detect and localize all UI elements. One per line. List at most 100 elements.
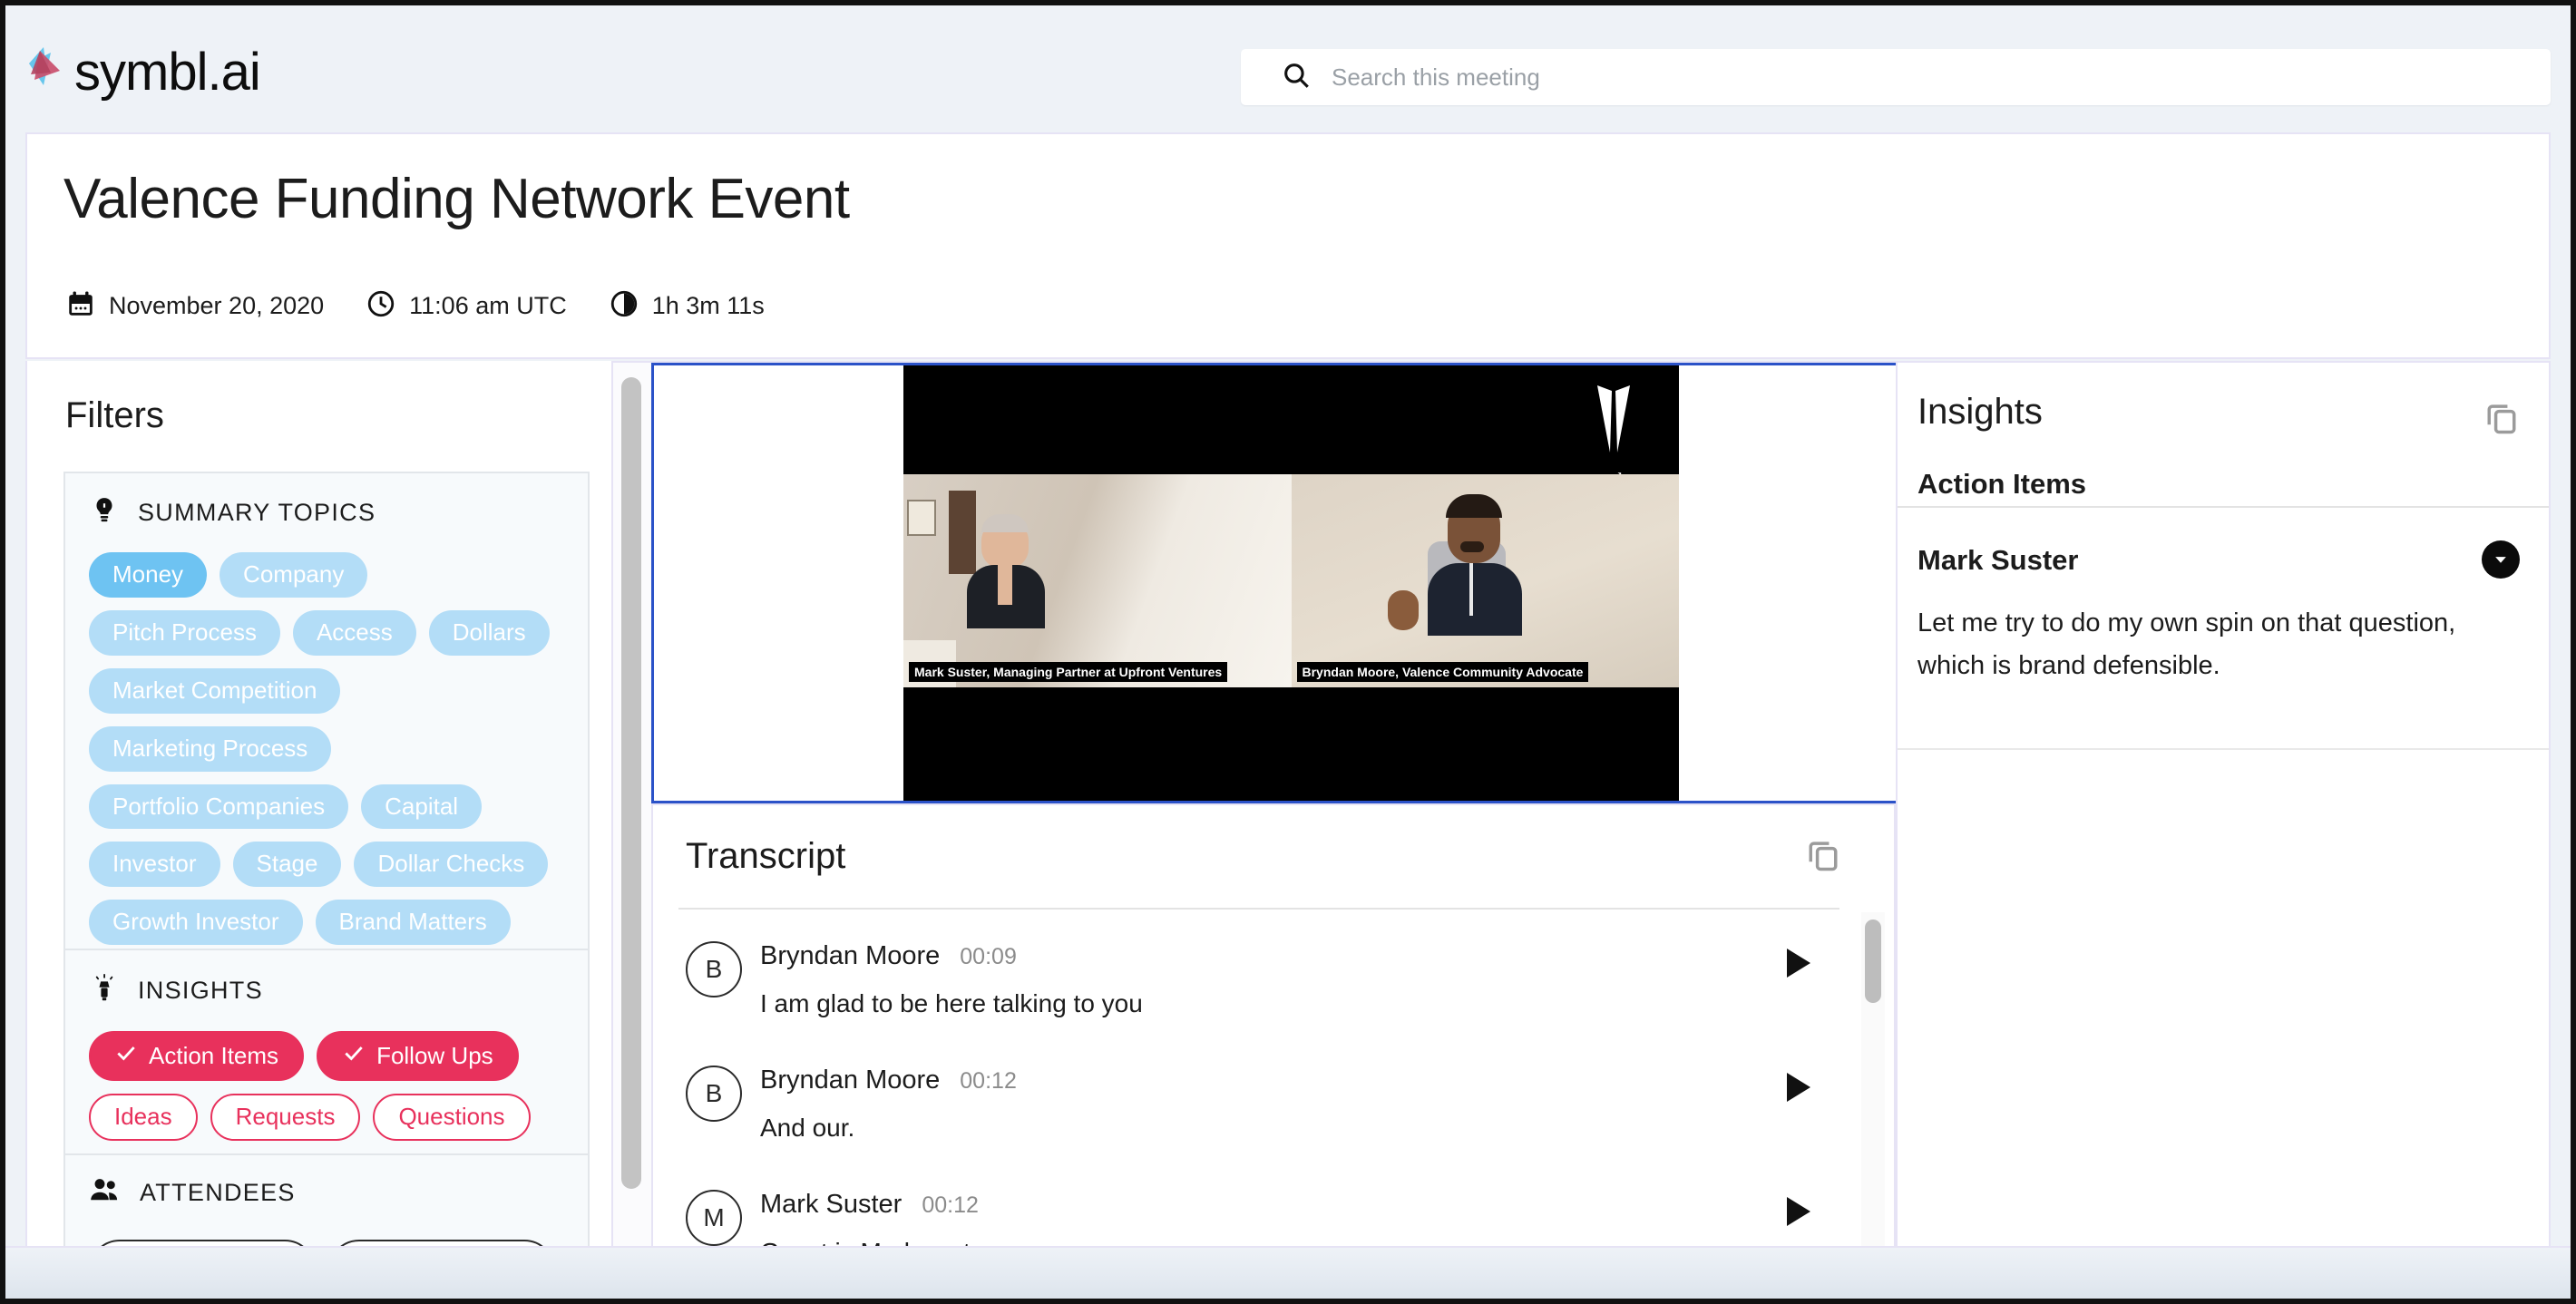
lightbulb-icon	[89, 495, 120, 530]
highlighter-icon	[89, 972, 120, 1009]
filters-heading: Filters	[65, 395, 164, 435]
play-icon[interactable]	[1787, 1073, 1810, 1102]
avatar: B	[686, 1066, 742, 1122]
transcript-text: I am glad to be here talking to you	[760, 989, 1143, 1017]
meeting-time: 11:06 am UTC	[366, 288, 567, 324]
insights-item-divider	[1898, 748, 2549, 750]
summary-topics-group: SUMMARY TOPICS Money Company Pitch Process…	[63, 472, 590, 1029]
chevron-down-icon[interactable]	[2482, 540, 2520, 579]
copy-icon[interactable]	[2482, 397, 2522, 442]
topic-chip[interactable]: Brand Matters	[315, 900, 511, 946]
insight-filter-chip-label: Follow Ups	[376, 1041, 493, 1069]
page-title: Valence Funding Network Event	[63, 168, 850, 230]
calendar-icon	[65, 288, 96, 324]
search-icon	[1281, 60, 1312, 95]
transcript-speaker: Bryndan Moore	[760, 941, 941, 970]
app-window: symbl.ai Search this meeting Valence Fun…	[0, 0, 2576, 1304]
meeting-duration-text: 1h 3m 11s	[651, 292, 765, 319]
video-canvas: svb Silicon Valley Bank Mark Sust	[903, 365, 1679, 801]
attendees-label: ATTENDEES	[140, 1179, 296, 1206]
brand-logo[interactable]: symbl.ai	[20, 42, 261, 102]
topic-chip[interactable]: Marketing Process	[89, 725, 332, 772]
meeting-date-text: November 20, 2020	[109, 292, 325, 319]
transcript-heading: Transcript	[686, 836, 846, 876]
summary-topics-label: SUMMARY TOPICS	[138, 499, 376, 526]
insight-filter-chip-label: Ideas	[114, 1102, 172, 1130]
topic-chip[interactable]: Dollars	[428, 609, 550, 656]
meeting-header-card: Valence Funding Network Event November 2…	[25, 132, 2551, 406]
transcript-timestamp: 00:09	[960, 944, 1017, 969]
duration-icon	[609, 288, 639, 324]
play-icon[interactable]	[1787, 1197, 1810, 1226]
topic-chip[interactable]: Investor	[89, 842, 220, 888]
participant-tile: Mark Suster, Managing Partner at Upfront…	[903, 474, 1292, 687]
insight-item: Mark Suster Let me try to do my own spin…	[1898, 508, 2549, 718]
transcript-timestamp: 00:12	[960, 1068, 1017, 1094]
check-icon	[342, 1041, 366, 1071]
filters-scrollbar-thumb[interactable]	[621, 377, 641, 1189]
participant-caption: Bryndan Moore, Valence Community Advocat…	[1296, 662, 1589, 682]
transcript-speaker: Bryndan Moore	[760, 1066, 941, 1095]
transcript-entry[interactable]: B Bryndan Moore 00:09 I am glad to be here …	[653, 916, 1852, 1040]
attendees-header: ATTENDEES	[65, 1155, 588, 1209]
meeting-date: November 20, 2020	[65, 288, 324, 324]
insight-text: Let me try to do my own spin on that que…	[1917, 608, 2456, 680]
summary-topics-header: SUMMARY TOPICS	[65, 473, 588, 530]
window-bottom-chrome	[5, 1246, 2571, 1304]
insights-section-label: Action Items	[1917, 468, 2087, 500]
insights-panel: Insights Action Items Mark Suster Let me…	[1896, 361, 2551, 1304]
transcript-panel: Transcript B Bryndan Moore 00:09 I am glad …	[651, 803, 1896, 1304]
participant-tiles: Mark Suster, Managing Partner at Upfront…	[903, 474, 1679, 687]
top-bar: symbl.ai Search this meeting	[5, 5, 2571, 138]
symbl-logo-icon	[20, 44, 67, 100]
insight-filter-chip-label: Action Items	[149, 1041, 279, 1069]
topic-chip[interactable]: Company	[220, 552, 368, 598]
insight-filter-chip-label: Requests	[235, 1102, 336, 1130]
topic-chip[interactable]: Access	[292, 609, 416, 656]
main-body: Filters SUMMARY TOPICS Money Company Pitch	[25, 361, 2551, 1304]
meeting-meta: November 20, 2020 11:06 am UTC 1h 3m 11s	[65, 288, 806, 324]
transcript-speaker: Mark Suster	[760, 1190, 903, 1219]
check-icon	[114, 1041, 138, 1071]
topic-chip[interactable]: Capital	[361, 783, 483, 830]
brand-name: symbl.ai	[74, 42, 261, 102]
insights-heading: Insights	[1917, 392, 2043, 432]
transcript-text: And our.	[760, 1114, 855, 1142]
avatar: B	[686, 941, 742, 997]
insights-filter-label: INSIGHTS	[138, 977, 263, 1004]
search-bar[interactable]: Search this meeting	[1241, 49, 2551, 105]
people-icon	[89, 1177, 122, 1209]
insight-filter-chip[interactable]: Requests	[210, 1093, 361, 1141]
media-column: svb Silicon Valley Bank Mark Sust	[651, 361, 1912, 1304]
insights-filter-chips: Action Items Follow Ups Ideas Requests Quest…	[65, 1009, 588, 1164]
transcript-scrollbar-thumb[interactable]	[1865, 920, 1881, 1003]
transcript-timestamp: 00:12	[922, 1192, 979, 1218]
insight-filter-chip[interactable]: Questions	[373, 1093, 531, 1141]
topic-chip[interactable]: Portfolio Companies	[89, 783, 349, 830]
participant-tile: Bryndan Moore, Valence Community Advocat…	[1291, 474, 1679, 687]
insights-filter-group: INSIGHTS Action Items Follow Ups Ideas Requ…	[63, 949, 590, 1166]
filters-scrollbar[interactable]	[613, 361, 651, 1304]
insight-person: Mark Suster	[1917, 544, 2079, 576]
insight-filter-chip[interactable]: Follow Ups	[317, 1031, 519, 1081]
topic-chip[interactable]: Dollar Checks	[354, 842, 549, 888]
clock-icon	[366, 288, 396, 324]
search-input[interactable]: Search this meeting	[1332, 63, 1540, 92]
meeting-duration: 1h 3m 11s	[609, 288, 765, 324]
transcript-entry[interactable]: B Bryndan Moore 00:12 And our.	[653, 1040, 1852, 1164]
topic-chip[interactable]: Money	[89, 552, 208, 598]
insight-filter-chip[interactable]: Action Items	[89, 1031, 305, 1081]
insight-filter-chip-label: Questions	[398, 1102, 505, 1130]
topic-chip[interactable]: Stage	[232, 842, 342, 888]
topic-chip[interactable]: Pitch Process	[89, 609, 280, 656]
topic-chip[interactable]: Market Competition	[89, 667, 341, 714]
copy-icon[interactable]	[1803, 834, 1843, 879]
video-player[interactable]: svb Silicon Valley Bank Mark Sust	[651, 363, 1912, 803]
topic-chip[interactable]: Growth Investor	[89, 900, 303, 946]
filters-panel: Filters SUMMARY TOPICS Money Company Pitch	[25, 361, 613, 1304]
play-icon[interactable]	[1787, 949, 1810, 978]
insight-filter-chip[interactable]: Ideas	[89, 1093, 198, 1141]
insights-filter-header: INSIGHTS	[65, 950, 588, 1009]
meeting-time-text: 11:06 am UTC	[409, 292, 567, 319]
participant-caption: Mark Suster, Managing Partner at Upfront…	[909, 662, 1228, 682]
